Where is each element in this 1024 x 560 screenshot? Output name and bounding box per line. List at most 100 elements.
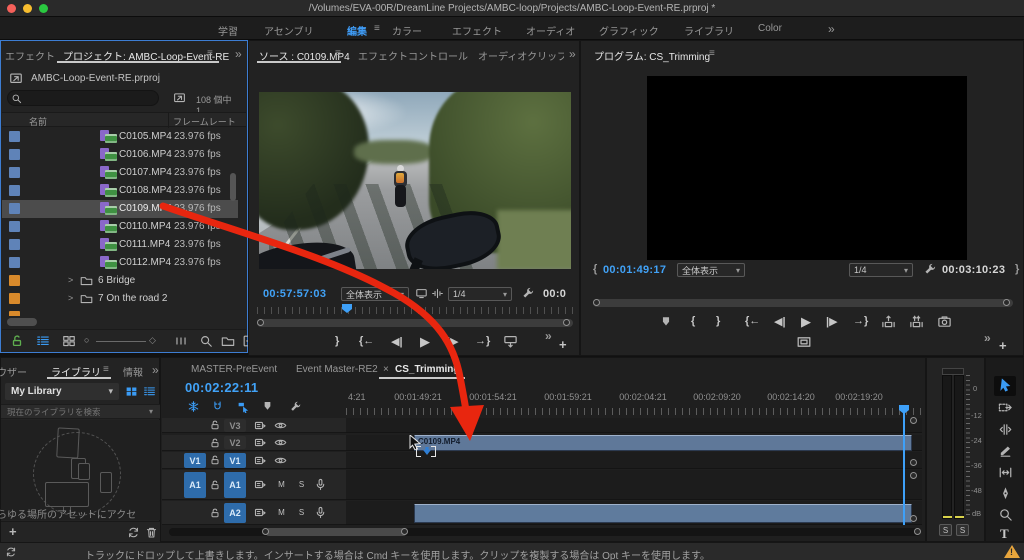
track-lock-icon[interactable] (209, 454, 221, 466)
list-horizontal-scrollbar[interactable] (7, 318, 37, 326)
clip-name[interactable]: C0110.MP4 (119, 221, 171, 232)
table-row[interactable]: C0110.MP4 23.976 fps (2, 218, 238, 236)
goto-out-button[interactable]: →} (475, 335, 490, 347)
library-panel-menu-icon[interactable]: ≡ (103, 364, 109, 375)
voiceover-mic-icon[interactable] (314, 478, 327, 491)
scrollbar-right-handle[interactable] (1003, 299, 1010, 306)
program-scrollbar[interactable] (593, 299, 1013, 307)
drag-video-only-icon[interactable] (415, 287, 428, 300)
scrollbar-left-handle[interactable] (593, 299, 600, 306)
timeline-clip-video[interactable]: C0109.MP4 (414, 435, 912, 451)
source-more-buttons-icon[interactable]: » (545, 329, 552, 343)
add-button-icon[interactable]: + (559, 337, 567, 352)
track-lane-v3[interactable] (346, 418, 922, 433)
label-swatch[interactable] (9, 221, 20, 232)
workspace-overflow-icon[interactable]: » (828, 22, 835, 36)
source-mini-ruler[interactable] (257, 307, 573, 314)
list-view-icon[interactable] (36, 334, 50, 348)
source-overflow-icon[interactable]: » (569, 47, 576, 61)
sync-status-icon[interactable] (5, 546, 17, 558)
source-fit-dropdown[interactable]: 全体表示 ▾ (341, 287, 409, 301)
track-solo-button[interactable]: S (294, 506, 309, 519)
timeline-h-scrollbar[interactable] (169, 528, 921, 536)
workspace-editing-menu-icon[interactable]: ≡ (374, 23, 380, 34)
label-swatch[interactable] (9, 293, 20, 304)
pen-tool-icon[interactable] (998, 486, 1013, 501)
timeline-menu-icon[interactable]: ≡ (453, 364, 459, 375)
razor-tool-icon[interactable] (998, 444, 1013, 459)
list-vertical-scrollbar[interactable] (230, 173, 236, 201)
v-scroll-handle-2[interactable] (910, 459, 917, 466)
project-breadcrumb[interactable]: AMBC-Loop-Event-RE.prproj (31, 73, 160, 84)
tab-program[interactable]: プログラム: CS_Trimming (594, 48, 710, 63)
ripple-edit-tool-icon[interactable] (998, 422, 1013, 437)
source-patch-v1[interactable]: V1 (184, 453, 206, 468)
table-row[interactable]: C0107.MP4 23.976 fps (2, 164, 238, 182)
workspace-tab-graphics[interactable]: グラフィック (599, 23, 659, 38)
playhead-line[interactable] (903, 413, 905, 525)
label-swatch[interactable] (9, 203, 20, 214)
label-swatch[interactable] (9, 275, 20, 286)
tab-info[interactable]: 情報 (123, 364, 143, 379)
extract-button-icon[interactable] (909, 314, 924, 329)
workspace-tab-assembly[interactable]: アセンブリ (264, 23, 314, 38)
track-target-v2[interactable]: V2 (224, 436, 246, 449)
library-search-input[interactable] (5, 406, 141, 417)
solo-left-button[interactable]: S (939, 524, 952, 536)
table-row-selected[interactable]: C0109.MP4 23.976 fps (2, 200, 238, 218)
bin-filter-icon[interactable] (173, 91, 186, 104)
icon-view-icon[interactable] (62, 334, 76, 348)
h-scroll-handle-end[interactable] (914, 528, 921, 535)
folder-row[interactable]: > 6 Bridge (2, 272, 238, 290)
workspace-tab-editing[interactable]: 編集 (347, 23, 367, 38)
zoom-slider-max-icon[interactable]: ◇ (149, 335, 156, 346)
timeline-clip-audio[interactable] (414, 504, 912, 523)
track-target-a2[interactable]: A2 (224, 503, 246, 523)
step-back-button[interactable]: ◀| (774, 315, 786, 328)
h-scroll-thumb[interactable] (265, 528, 407, 536)
program-resolution-dropdown[interactable]: 1/4 ▾ (849, 263, 913, 277)
library-select[interactable]: My Library ▾ (5, 383, 119, 400)
track-mute-button[interactable]: M (274, 506, 289, 519)
library-overflow-icon[interactable]: » (152, 363, 159, 377)
workspace-tab-libraries[interactable]: ライブラリ (684, 23, 734, 38)
timeline-timecode[interactable]: 00:02:22:11 (185, 380, 258, 395)
automate-to-sequence-icon[interactable] (174, 334, 188, 348)
lift-button-icon[interactable] (881, 314, 896, 329)
program-panel-menu-icon[interactable]: ≡ (709, 48, 715, 59)
label-swatch[interactable] (9, 239, 20, 250)
track-target-v1[interactable]: V1 (224, 453, 246, 468)
add-marker-icon[interactable] (261, 400, 274, 413)
source-resolution-dropdown[interactable]: 1/4 ▾ (448, 287, 512, 301)
track-select-forward-tool-icon[interactable] (998, 400, 1013, 415)
v-scroll-handle-3[interactable] (910, 472, 917, 479)
track-visibility-eye-icon[interactable] (274, 419, 287, 432)
expand-chevron-icon[interactable]: > (68, 275, 73, 285)
clip-name[interactable]: C0111.MP4 (119, 239, 170, 250)
timeline-settings-wrench-icon[interactable] (289, 400, 302, 413)
label-swatch[interactable] (9, 131, 20, 142)
v-scroll-handle-1[interactable] (910, 417, 917, 424)
folder-row-partial[interactable] (2, 308, 238, 316)
library-search-box[interactable]: ▾ (1, 404, 161, 419)
clip-name[interactable]: C0105.MP4 (119, 131, 172, 142)
tab-sequence-master-preevent[interactable]: MASTER-PreEvent (191, 364, 277, 375)
label-swatch[interactable] (9, 185, 20, 196)
list-view-icon[interactable] (143, 385, 156, 398)
table-row[interactable]: C0106.MP4 23.976 fps (2, 146, 238, 164)
workspace-tab-audio[interactable]: オーディオ (526, 23, 575, 38)
drag-audio-only-icon[interactable] (431, 287, 444, 300)
clip-name[interactable]: C0112.MP4 (119, 257, 171, 268)
timeline-ruler[interactable]: 4:21 00:01:49:21 00:01:54:21 00:01:59:21… (346, 388, 922, 416)
table-row[interactable]: C0108.MP4 23.976 fps (2, 182, 238, 200)
folder-row[interactable]: > 7 On the road 2 (2, 290, 238, 308)
label-swatch[interactable] (9, 167, 20, 178)
zoom-slider-knob[interactable]: ○ (84, 335, 89, 345)
workspace-tab-learning[interactable]: 学習 (218, 23, 238, 38)
program-fit-dropdown[interactable]: 全体表示 ▾ (677, 263, 745, 277)
track-mute-button[interactable]: M (274, 478, 289, 491)
tab-effects-panel[interactable]: エフェクト (5, 48, 55, 63)
grid-view-icon[interactable] (125, 385, 138, 398)
program-more-buttons-icon[interactable]: » (984, 331, 991, 345)
project-search-input[interactable] (24, 92, 154, 104)
